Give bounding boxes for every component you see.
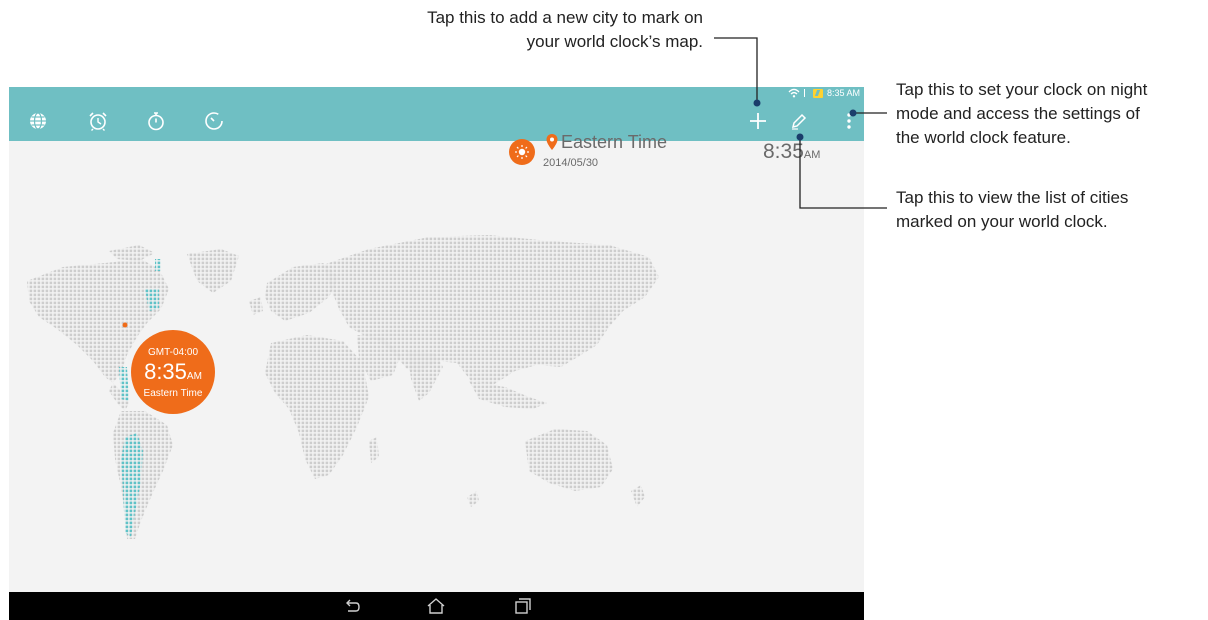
status-bar: 8:35 AM	[9, 87, 864, 101]
sun-icon	[509, 139, 535, 165]
bubble-time-ampm: AM	[186, 371, 202, 382]
tablet-screen: 8:35 AM Eastern Time 2014/05/30 8:35AM G…	[9, 87, 864, 620]
callout-add-line2: your world clock’s map.	[526, 32, 703, 51]
city-marker-dot	[122, 322, 128, 328]
callout-list-line1: Tap this to view the list of cities	[896, 188, 1129, 207]
wifi-icon	[788, 88, 800, 98]
city-date: 2014/05/30	[543, 157, 599, 169]
callout-menu-line2: mode and access the settings of	[896, 104, 1140, 123]
bubble-time-value: 8:35	[144, 359, 187, 384]
globe-icon[interactable]	[27, 110, 49, 132]
location-pin-icon	[546, 134, 558, 150]
callout-city-list: Tap this to view the list of cities mark…	[896, 186, 1201, 234]
back-icon[interactable]	[341, 596, 363, 616]
callout-list-line2: marked on your world clock.	[896, 212, 1108, 231]
city-time-ampm: AM	[803, 149, 821, 161]
stopwatch-icon[interactable]	[145, 110, 167, 132]
callout-menu-line3: the world clock feature.	[896, 128, 1071, 147]
city-time: 8:35AM	[763, 140, 820, 164]
pencil-icon[interactable]	[788, 110, 810, 132]
home-icon[interactable]	[425, 596, 447, 616]
action-bar	[9, 101, 864, 141]
alarm-clock-icon[interactable]	[87, 110, 109, 132]
timer-icon[interactable]	[203, 110, 225, 132]
time-zone-bubble[interactable]: GMT-04:00 8:35AM Eastern Time	[131, 330, 215, 414]
plus-icon[interactable]	[747, 110, 769, 132]
overflow-menu-icon[interactable]	[838, 110, 860, 132]
bubble-gmt: GMT-04:00	[147, 347, 199, 358]
battery-charging-icon	[812, 88, 823, 98]
city-time-value: 8:35	[763, 140, 804, 163]
callout-add-city: Tap this to add a new city to mark on yo…	[343, 6, 703, 54]
status-time: 8:35 AM	[826, 88, 860, 98]
callout-menu: Tap this to set your clock on night mode…	[896, 78, 1201, 150]
callout-add-line1: Tap this to add a new city to mark on	[427, 8, 703, 27]
callout-menu-line1: Tap this to set your clock on night	[896, 80, 1148, 99]
bubble-city: Eastern Time	[143, 388, 203, 399]
navigation-bar	[9, 592, 864, 620]
recent-apps-icon[interactable]	[511, 596, 533, 616]
bubble-time: 8:35AM	[131, 359, 215, 385]
city-name[interactable]: Eastern Time	[561, 132, 667, 153]
